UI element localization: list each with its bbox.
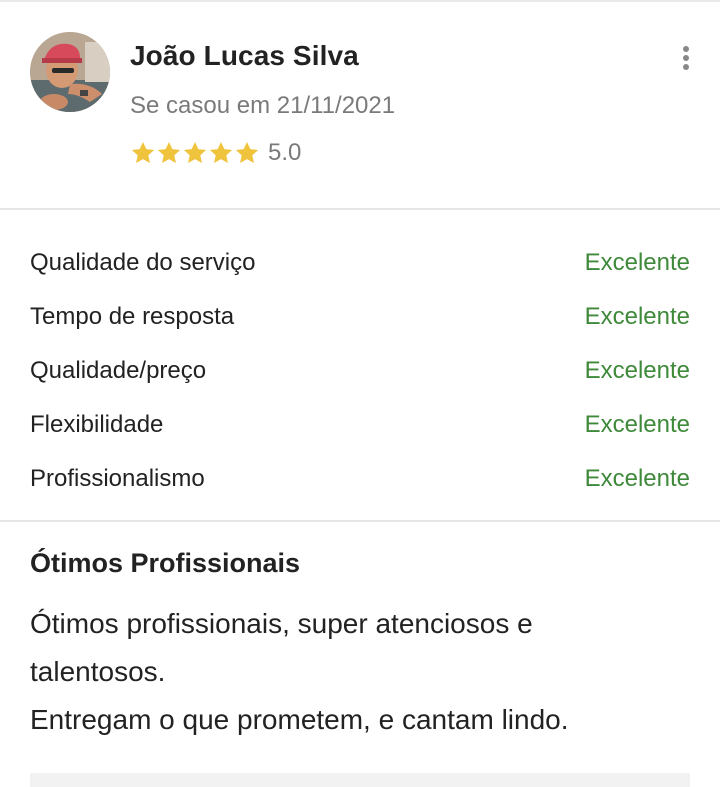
rating-value: Excelente (584, 411, 690, 438)
section-divider (0, 208, 720, 210)
rating-value: Excelente (584, 465, 690, 492)
rating-value: Excelente (584, 303, 690, 330)
star-icon (183, 141, 207, 163)
rating-value: Excelente (584, 249, 690, 276)
reply-box (30, 773, 690, 787)
review-text: Ótimos profissionais, super atenciosos e… (30, 600, 670, 744)
review-header: João Lucas Silva Se casou em 21/11/2021 … (0, 2, 720, 208)
rating-label: Profissionalismo (30, 465, 205, 492)
section-divider (0, 520, 720, 522)
rating-label: Tempo de resposta (30, 303, 235, 330)
rating-label: Flexibilidade (30, 411, 164, 438)
star-icon (235, 141, 259, 163)
review-paragraph: Ótimos profissionais, super atenciosos e… (30, 608, 533, 687)
wedding-date: Se casou em 21/11/2021 (130, 92, 396, 119)
review-title: Ótimos Profissionais (30, 548, 301, 578)
rating-score: 5.0 (268, 139, 302, 166)
reviewer-name: João Lucas Silva (130, 40, 359, 71)
more-options-icon[interactable] (676, 46, 696, 76)
star-icon (209, 141, 233, 163)
rating-item-value: Qualidade/preço Excelente (30, 344, 690, 398)
rating-item-flexibility: Flexibilidade Excelente (30, 398, 690, 452)
overall-rating: 5.0 (130, 139, 301, 167)
category-ratings: Qualidade do serviço Excelente Tempo de … (30, 236, 690, 506)
star-icon (131, 141, 155, 163)
rating-label: Qualidade do serviço (30, 249, 256, 276)
star-icon (157, 141, 181, 163)
rating-label: Qualidade/preço (30, 357, 207, 384)
rating-item-quality: Qualidade do serviço Excelente (30, 236, 690, 290)
avatar[interactable] (30, 32, 110, 112)
rating-value: Excelente (584, 357, 690, 384)
review-paragraph: Entregam o que prometem, e cantam lindo. (30, 704, 569, 735)
rating-item-response-time: Tempo de resposta Excelente (30, 290, 690, 344)
star-rating (130, 140, 260, 166)
rating-item-professionalism: Profissionalismo Excelente (30, 452, 690, 506)
